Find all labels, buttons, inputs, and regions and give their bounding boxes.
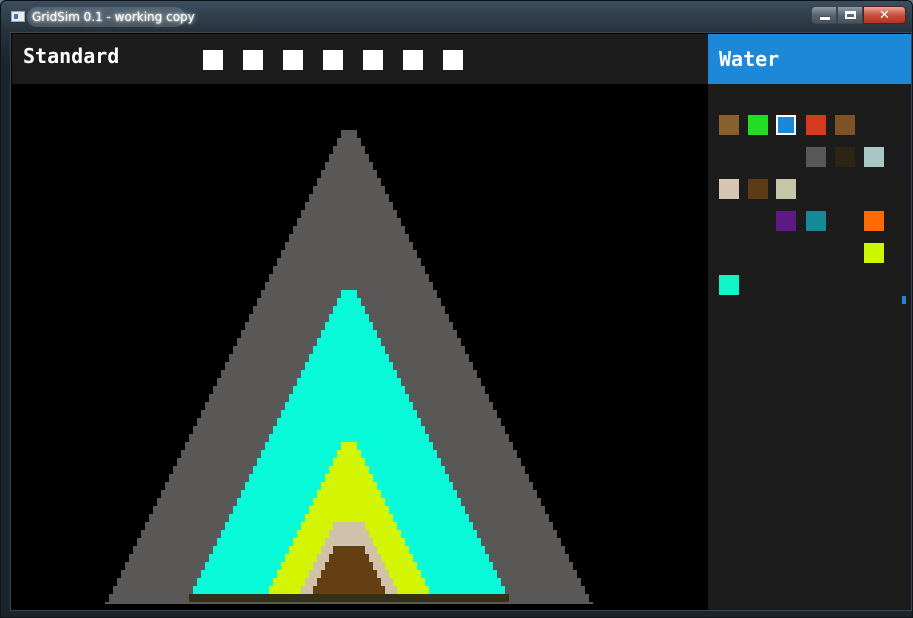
swatch-mud[interactable] <box>748 179 768 199</box>
tool-slot-7[interactable] <box>443 50 463 70</box>
swatch-brown[interactable] <box>719 115 739 135</box>
swatch-dark[interactable] <box>835 147 855 167</box>
tool-slot-3[interactable] <box>283 50 303 70</box>
swatch-dark-brown[interactable] <box>835 115 855 135</box>
minimize-button[interactable] <box>811 6 837 24</box>
client-area: Standard Water <box>10 32 912 611</box>
scroll-marker[interactable] <box>902 296 906 304</box>
tool-slot-6[interactable] <box>403 50 423 70</box>
base-layer <box>189 594 509 602</box>
selected-element-header: Water <box>708 34 911 84</box>
swatch-teal[interactable] <box>806 211 826 231</box>
element-sidebar: Water <box>708 34 911 610</box>
swatch-orange[interactable] <box>864 211 884 231</box>
swatch-lime[interactable] <box>864 243 884 263</box>
selected-element-label: Water <box>719 47 780 71</box>
mode-title[interactable]: Standard <box>23 44 119 68</box>
swatch-purple[interactable] <box>776 211 796 231</box>
window-title: GridSim 0.1 - working copy <box>32 10 195 24</box>
tool-slot-5[interactable] <box>363 50 383 70</box>
maximize-button[interactable] <box>837 6 863 24</box>
app-window: GridSim 0.1 - working copy ✕ Standard Wa… <box>0 0 913 618</box>
tool-slot-1[interactable] <box>203 50 223 70</box>
minimize-icon <box>820 17 830 20</box>
maximize-icon <box>845 11 856 19</box>
close-icon: ✕ <box>879 8 890 23</box>
swatch-green[interactable] <box>748 115 768 135</box>
app-icon[interactable] <box>11 11 25 22</box>
tool-slot-2[interactable] <box>243 50 263 70</box>
swatch-water[interactable] <box>775 114 797 136</box>
swatch-red[interactable] <box>806 115 826 135</box>
swatch-sage[interactable] <box>776 179 796 199</box>
close-button[interactable]: ✕ <box>863 6 906 24</box>
swatch-beige[interactable] <box>719 179 739 199</box>
caption-buttons: ✕ <box>811 6 906 25</box>
header-bar: Standard <box>12 34 708 84</box>
simulation-canvas[interactable] <box>12 84 708 610</box>
tool-slot-4[interactable] <box>323 50 343 70</box>
swatch-pale-cyan[interactable] <box>864 147 884 167</box>
swatch-stone[interactable] <box>806 147 826 167</box>
grid-svg[interactable] <box>12 84 708 610</box>
swatch-aqua[interactable] <box>719 275 739 295</box>
title-bar[interactable]: GridSim 0.1 - working copy ✕ <box>1 1 912 31</box>
